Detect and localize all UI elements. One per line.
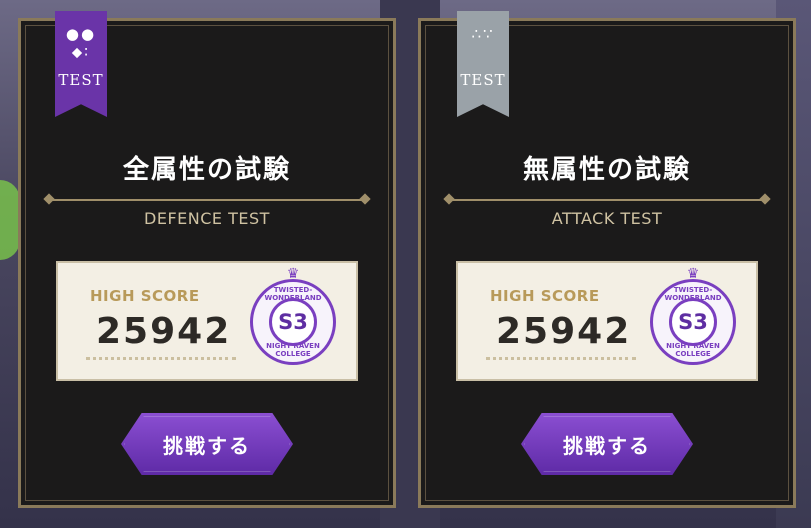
test-subtitle: ATTACK TEST [551, 209, 663, 228]
rank-badge: ♛ TWISTED-WONDERLAND S3 NIGHT RAVEN COLL… [650, 267, 736, 365]
test-card-defence: ●● ⬥∶ TEST 全属性の試験 DEFENCE TEST HIGH SCOR… [18, 11, 396, 508]
test-title: 全属性の試験 [122, 155, 291, 185]
attribute-icon: ●● ⬥∶ [65, 25, 97, 61]
badge-bottom-text: NIGHT RAVEN COLLEGE [266, 342, 320, 358]
crown-icon: ♛ [686, 266, 700, 282]
high-score-value: 25942 [96, 311, 232, 352]
test-ribbon: ∴∵ TEST [457, 11, 509, 117]
rank-label: S3 [269, 298, 317, 346]
high-score-label: HIGH SCORE [90, 287, 200, 305]
high-score-value: 25942 [496, 311, 632, 352]
title-divider [449, 199, 765, 201]
ribbon-label: TEST [460, 71, 506, 89]
attribute-icon: ∴∵ [471, 25, 495, 43]
ribbon-label: TEST [58, 71, 104, 89]
background-glow [0, 180, 20, 260]
test-title: 無属性の試験 [522, 155, 691, 185]
high-score-box: HIGH SCORE 25942 ♛ TWISTED-WONDERLAND S3… [56, 261, 358, 381]
rank-label: S3 [669, 298, 717, 346]
rank-badge: ♛ TWISTED-WONDERLAND S3 NIGHT RAVEN COLL… [250, 267, 336, 365]
test-card-attack: ∴∵ TEST 無属性の試験 ATTACK TEST HIGH SCORE 25… [418, 11, 796, 508]
high-score-box: HIGH SCORE 25942 ♛ TWISTED-WONDERLAND S3… [456, 261, 758, 381]
title-divider [49, 199, 365, 201]
test-ribbon: ●● ⬥∶ TEST [55, 11, 107, 117]
test-subtitle: DEFENCE TEST [144, 209, 270, 228]
challenge-button[interactable]: 挑戦する [121, 413, 293, 475]
dotted-underline [86, 357, 236, 360]
dotted-underline [486, 357, 636, 360]
crown-icon: ♛ [286, 266, 300, 282]
challenge-button[interactable]: 挑戦する [521, 413, 693, 475]
high-score-label: HIGH SCORE [490, 287, 600, 305]
badge-bottom-text: NIGHT RAVEN COLLEGE [666, 342, 720, 358]
